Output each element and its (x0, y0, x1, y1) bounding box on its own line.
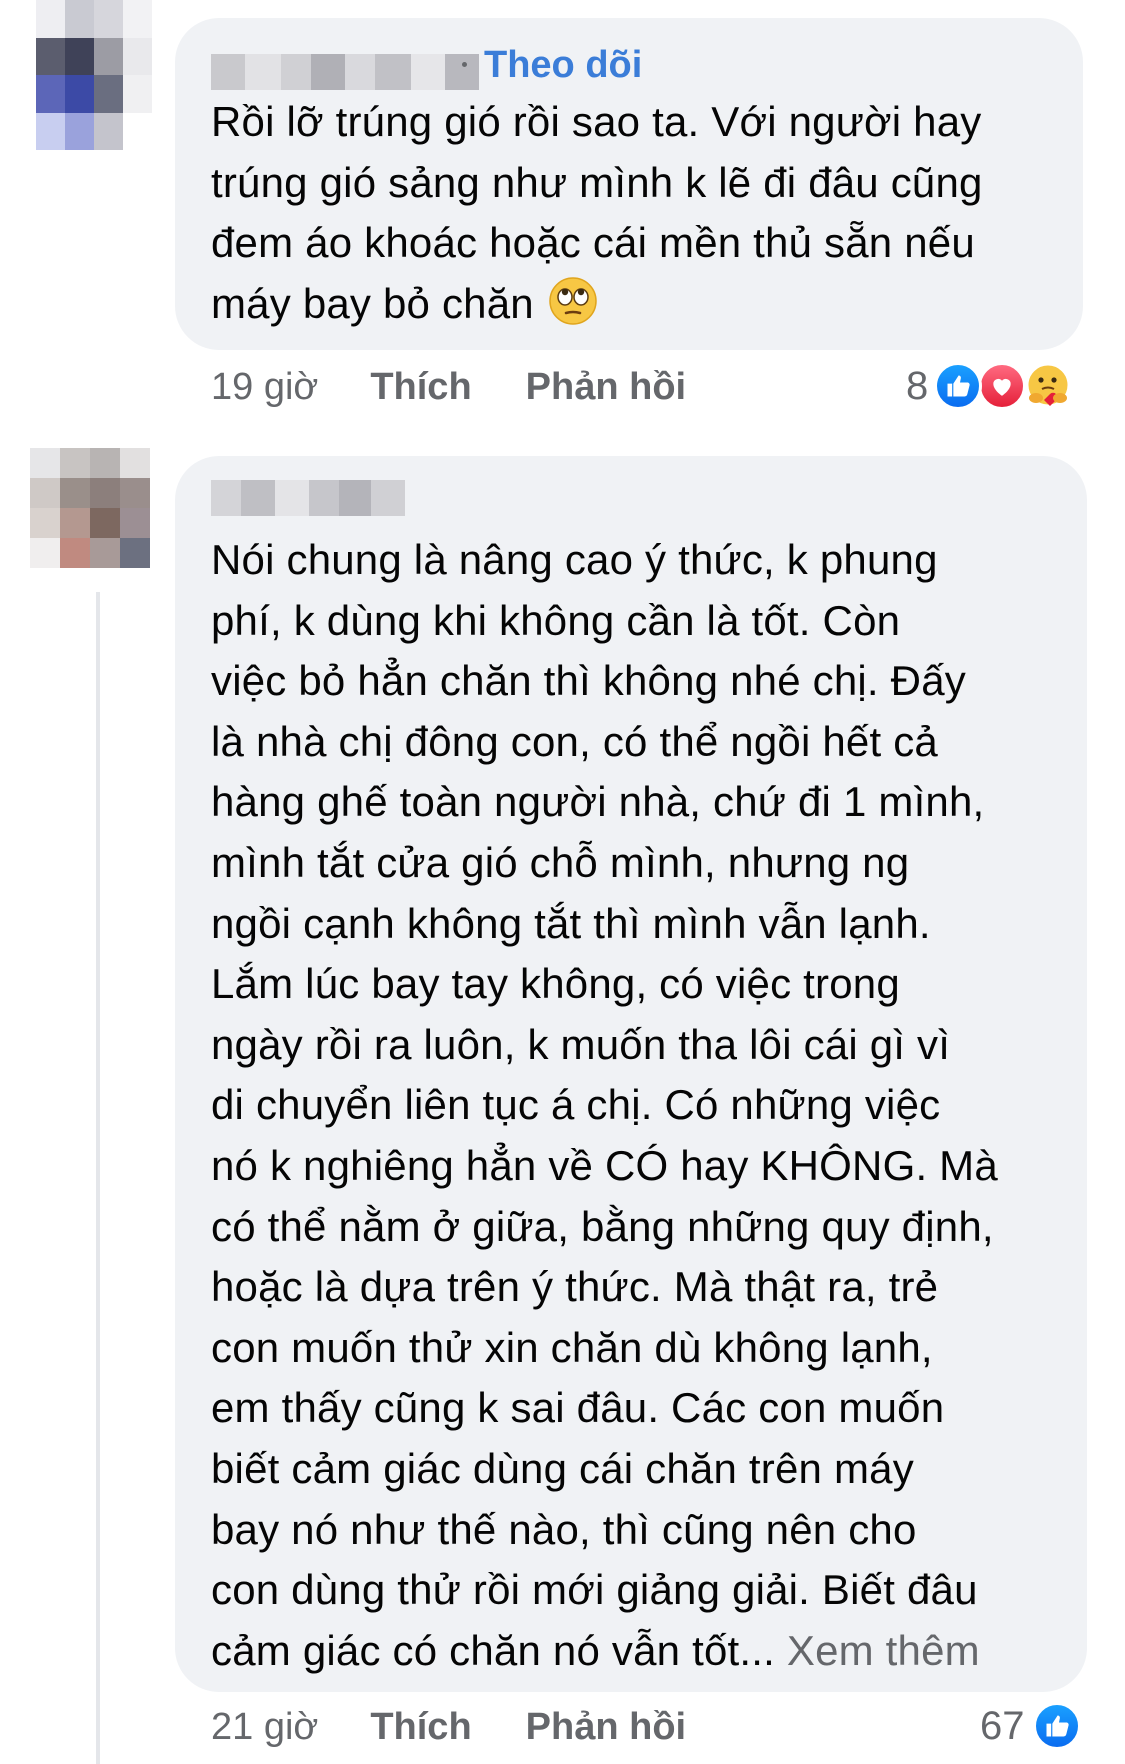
reaction-count: 67 (980, 1703, 1025, 1748)
comment-actions: 19 giờ Thích Phản hồi (211, 362, 740, 412)
see-more-link[interactable]: Xem thêm (787, 1627, 980, 1674)
comments-page: Theo dõi Rồi lỡ trúng gió rồi sao ta. Vớ… (0, 0, 1125, 1764)
comment-timestamp[interactable]: 21 giờ (211, 1706, 318, 1749)
comment-actions: 21 giờ Thích Phản hồi (211, 1702, 740, 1752)
reaction-summary[interactable]: 67 (980, 1700, 1081, 1752)
comment-text: Rồi lỡ trúng gió rồi sao ta. Với người h… (211, 92, 1071, 334)
comment-timestamp[interactable]: 19 giờ (211, 366, 318, 409)
separator-dot (462, 62, 467, 67)
like-button[interactable]: Thích (370, 1706, 471, 1749)
commenter-name[interactable] (211, 54, 479, 90)
like-button[interactable]: Thích (370, 366, 471, 409)
avatar[interactable] (36, 0, 152, 150)
follow-link[interactable]: Theo dõi (484, 42, 642, 88)
reaction-count: 8 (906, 363, 929, 408)
comment-text: Nói chung là nâng cao ý thức, k phung ph… (211, 530, 1071, 1681)
like-icon (1032, 1702, 1081, 1750)
care-icon (1022, 360, 1074, 412)
commenter-name[interactable] (211, 480, 405, 516)
comment-body: Nói chung là nâng cao ý thức, k phung ph… (211, 536, 998, 1674)
avatar[interactable] (30, 448, 150, 568)
reply-button[interactable]: Phản hồi (526, 1706, 686, 1749)
face-with-rolling-eyes-icon (549, 277, 597, 325)
thread-line (96, 592, 100, 1764)
reaction-summary[interactable]: 8 (906, 360, 1074, 412)
reply-button[interactable]: Phản hồi (526, 366, 686, 409)
love-icon (978, 362, 1027, 410)
like-icon (934, 362, 983, 410)
